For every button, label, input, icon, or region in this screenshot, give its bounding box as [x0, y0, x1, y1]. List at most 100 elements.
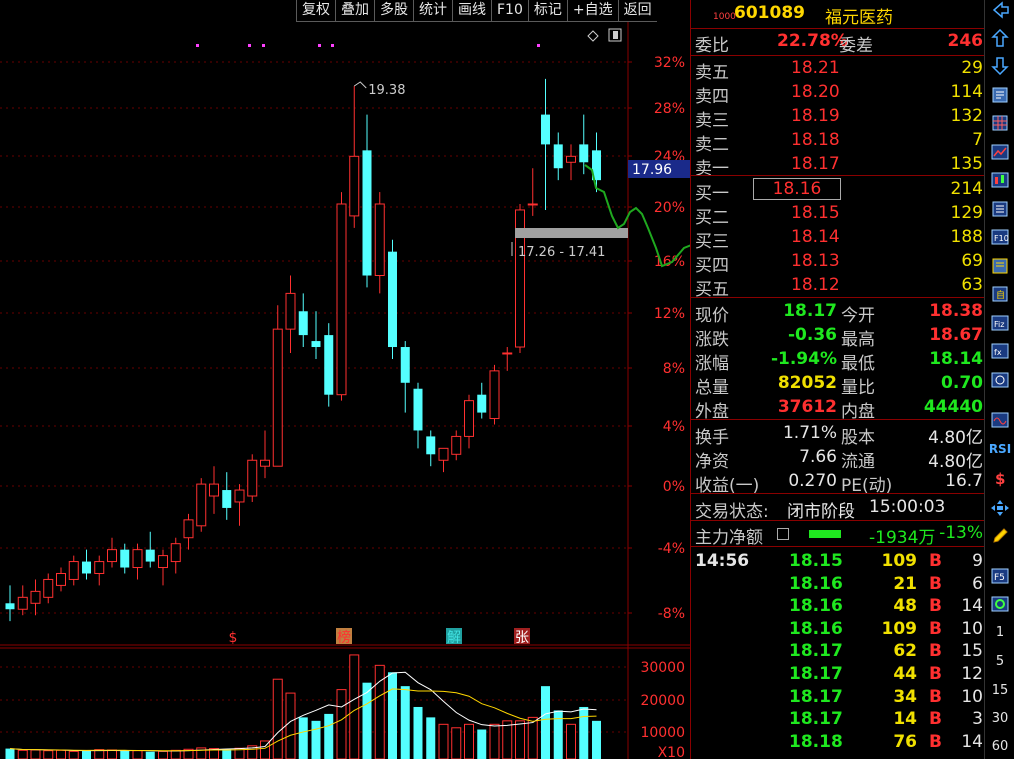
trade-row[interactable]: 18.17 62 B 15 [691, 640, 985, 663]
price-axis-label: -4% [658, 541, 685, 557]
period-15[interactable]: 15 [985, 683, 1014, 698]
candle-body [566, 155, 576, 163]
line-chart-icon[interactable] [989, 142, 1011, 162]
bid-row[interactable]: 买三 18.14 188 [691, 226, 985, 252]
candlestick-icon[interactable] [989, 170, 1011, 190]
ask-row[interactable]: 卖四 18.20 114 [691, 81, 985, 107]
volume-bar [170, 749, 181, 759]
bid-price: 18.13 [791, 251, 840, 271]
volume-bar [349, 654, 360, 759]
stock-code[interactable]: 601089 [734, 3, 805, 23]
list-icon[interactable] [989, 199, 1011, 219]
formula-icon[interactable]: fx [989, 341, 1011, 361]
stats-row[interactable]: 总量 82052 量比 0.70 [691, 372, 985, 398]
ask-row[interactable]: 卖三 18.19 132 [691, 105, 985, 131]
trade-row[interactable]: 18.16 21 B 6 [691, 573, 985, 596]
trade-row[interactable]: 18.16 48 B 14 [691, 595, 985, 618]
fundamentals-row[interactable]: 净资 7.66 流通 4.80亿 [691, 446, 985, 472]
ask-row[interactable]: 卖二 18.18 7 [691, 129, 985, 155]
trade-price: 18.16 [789, 573, 843, 594]
period-1[interactable]: 1 [985, 625, 1014, 640]
stats-row[interactable]: 现价 18.17 今开 18.38 [691, 300, 985, 326]
ask-row[interactable]: 卖五 18.21 29 [691, 57, 985, 83]
refresh-icon[interactable] [989, 594, 1011, 614]
price-axis-label: 12% [654, 306, 685, 322]
bid-row[interactable]: 买四 18.13 69 [691, 250, 985, 276]
edit-icon[interactable] [989, 85, 1011, 105]
toolbar-draw-line[interactable]: 画线 [452, 0, 491, 22]
move-icon[interactable] [989, 498, 1011, 518]
weibi-value: 22.78% [777, 31, 848, 51]
trade-row[interactable]: 14:56 18.15 109 B 9 [691, 550, 985, 573]
bid-volume: 63 [961, 275, 983, 295]
grid-icon[interactable] [989, 113, 1011, 133]
stats-row[interactable]: 外盘 37612 内盘 44440 [691, 396, 985, 422]
rsi-button[interactable]: RSI [985, 442, 1014, 456]
bid-row[interactable]: 买五 18.12 63 [691, 274, 985, 300]
toolbar-add-watchlist[interactable]: +自选 [566, 0, 618, 22]
toolbar-statistics[interactable]: 统计 [413, 0, 452, 22]
fundamentals-row[interactable]: 收益(一) 0.270 PE(动) 16.7 [691, 470, 985, 496]
toolbar-f10[interactable]: F10 [491, 0, 528, 22]
trade-row[interactable]: 18.17 14 B 3 [691, 708, 985, 731]
candle-body [438, 447, 449, 461]
main-net-pct: -13% [939, 523, 983, 543]
candle-body [17, 596, 28, 610]
stock-name[interactable]: 福元医药 [825, 3, 893, 28]
toolbar-back[interactable]: 返回 [617, 0, 657, 22]
bid-row[interactable]: 买一 18.16 214 [691, 178, 985, 204]
event-marker: 张 [515, 630, 529, 646]
ask-row[interactable]: 卖一 18.17 135 [691, 153, 985, 179]
trade-count: 14 [961, 596, 983, 617]
period-5[interactable]: 5 [985, 654, 1014, 669]
candle-body [579, 144, 589, 163]
volume-bar [107, 749, 117, 759]
candle-body [349, 155, 360, 217]
pencil-icon[interactable] [989, 526, 1011, 546]
diamond-icon[interactable] [587, 30, 599, 42]
arrow-left-icon[interactable] [989, 0, 1011, 20]
fundamentals-row[interactable]: 换手 1.71% 股本 4.80亿 [691, 422, 985, 448]
circle-icon[interactable] [989, 370, 1011, 390]
toolbar-multi-stock[interactable]: 多股 [374, 0, 413, 22]
price-axis-label: 32% [654, 55, 685, 71]
news-icon[interactable] [989, 256, 1011, 276]
toolbar-mark[interactable]: 标记 [527, 0, 567, 22]
trade-row[interactable]: 18.18 76 B 14 [691, 731, 985, 754]
signal-dot [537, 44, 540, 47]
signal-dot [196, 44, 199, 47]
doc-icon[interactable] [777, 528, 789, 540]
trade-count: 9 [972, 551, 983, 571]
volume-bar [579, 706, 589, 759]
toolbar-fuquan[interactable]: 复权 [296, 0, 335, 22]
period-30[interactable]: 30 [985, 711, 1014, 726]
trade-row[interactable]: 18.17 44 B 12 [691, 663, 985, 686]
stat-value: 18.38 [929, 301, 983, 321]
self-icon[interactable]: 自 [989, 284, 1011, 304]
dollar-icon[interactable]: $ [989, 468, 1011, 488]
stat-value: 0.70 [941, 373, 983, 393]
toolbar-overlay[interactable]: 叠加 [335, 0, 374, 22]
bid-row[interactable]: 买二 18.15 129 [691, 202, 985, 228]
ask-price: 18.19 [791, 106, 840, 126]
high-pointer [353, 81, 367, 89]
kline-chart[interactable]: 32%28%24%20%16%12%8%4%0%-4%-8%3000020000… [0, 0, 690, 759]
volume-bar [17, 749, 28, 759]
svg-text:F5: F5 [994, 573, 1005, 583]
stats-row[interactable]: 涨跌 -0.36 最高 18.67 [691, 324, 985, 350]
arrow-down-icon[interactable] [989, 56, 1011, 76]
trade-volume: 44 [893, 664, 917, 684]
stats-row[interactable]: 涨幅 -1.94% 最低 18.14 [691, 348, 985, 374]
fiz-icon[interactable]: Fiz [989, 313, 1011, 333]
arrow-up-icon[interactable] [989, 28, 1011, 48]
wave-icon[interactable] [989, 410, 1011, 430]
main-net-label: 主力净额 [695, 528, 763, 548]
period-60[interactable]: 60 [985, 739, 1014, 754]
fin-value: 0.270 [788, 471, 837, 491]
trade-row[interactable]: 18.17 34 B 10 [691, 686, 985, 709]
signal-dot [262, 44, 265, 47]
f10-icon[interactable]: F10 [989, 227, 1011, 247]
f5-icon[interactable]: F5 [989, 566, 1011, 586]
trade-count: 10 [961, 686, 983, 707]
trade-row[interactable]: 18.16 109 B 10 [691, 618, 985, 641]
